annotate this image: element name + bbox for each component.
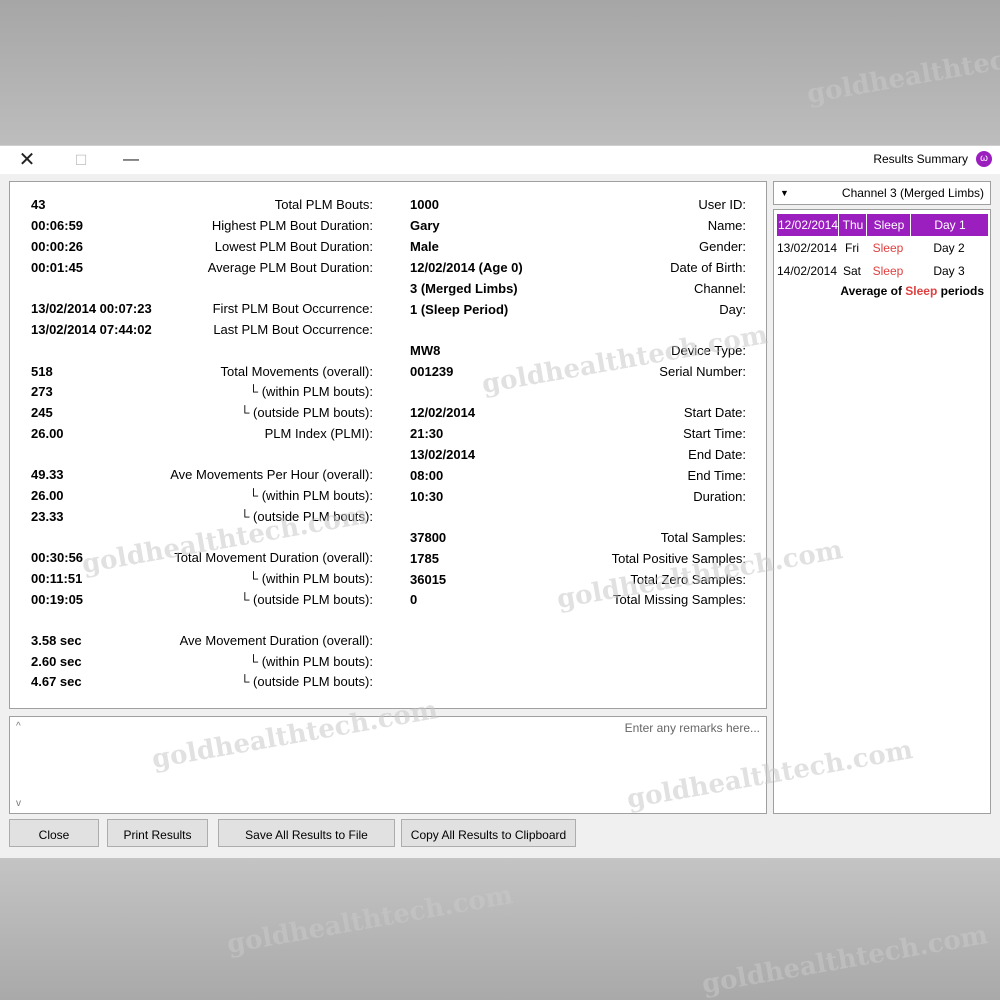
day-number: Day 2	[933, 241, 965, 255]
day-date: 14/02/2014	[776, 264, 838, 278]
info-label: Total Samples:	[660, 530, 746, 545]
day-row[interactable]: 13/02/2014 Fri Sleep Day 2	[776, 237, 988, 259]
channel-select[interactable]: ▼ Channel 3 (Merged Limbs)	[773, 181, 991, 205]
stat-value: 43	[31, 197, 46, 212]
stat-value: 13/02/2014 07:44:02	[31, 322, 152, 337]
info-value: Male	[410, 239, 439, 254]
stat-value: 00:01:45	[31, 260, 84, 275]
stat-value: 518	[31, 364, 53, 379]
stat-value: 13/02/2014 00:07:23	[31, 301, 152, 316]
info-label: Total Zero Samples:	[630, 572, 746, 587]
results-panel: User ID: 1000 Name: Gary Gender: Male Date of …	[9, 181, 767, 709]
info-label: Start Date:	[683, 405, 746, 420]
close-window-icon[interactable]: ✕	[4, 146, 50, 174]
maximize-window-icon[interactable]: ☐	[58, 146, 104, 174]
day-row[interactable]: 12/02/2014 Thu Sleep Day 1	[776, 214, 988, 236]
minimize-window-icon[interactable]: —	[108, 146, 154, 174]
info-value: 1 (Sleep Period)	[410, 302, 509, 317]
stat-value: 3.58 sec	[31, 633, 82, 648]
info-label: Channel:	[693, 281, 746, 296]
stat-value: 00:06:59	[31, 218, 84, 233]
info-value: 0	[410, 592, 418, 607]
stat-value: 26.00	[31, 488, 64, 503]
info-value: 3 (Merged Limbs)	[410, 281, 518, 296]
day-weekday: Thu	[838, 214, 867, 236]
average-suffix: periods	[940, 284, 984, 298]
info-label: Total Missing Samples:	[613, 592, 746, 607]
remarks-placeholder: Enter any remarks here...	[624, 721, 760, 735]
average-sleep-periods[interactable]: Average of Sleep periods	[840, 284, 984, 298]
info-value: 12/02/2014 (Age 0)	[410, 260, 523, 275]
remarks-textarea[interactable]: ^ v Enter any remarks here...	[9, 716, 767, 814]
info-value: MW8	[410, 343, 441, 358]
stat-value: 26.00	[31, 426, 64, 441]
info-value: 10:30	[410, 489, 444, 504]
info-label: Start Time:	[683, 426, 746, 441]
day-number: Day 3	[933, 264, 965, 278]
info-label: Total Positive Samples:	[611, 551, 746, 566]
info-value: 36015	[410, 572, 447, 587]
info-label: Gender:	[699, 239, 746, 254]
info-value: 1000	[410, 197, 439, 212]
info-value: 001239	[410, 364, 454, 379]
save-results-button[interactable]: Save All Results to File	[218, 819, 395, 847]
info-label: End Time:	[687, 468, 746, 483]
stat-value: 245	[31, 405, 53, 420]
day-date: 13/02/2014	[776, 241, 838, 255]
stat-value: 00:19:05	[31, 592, 84, 607]
day-date: 12/02/2014	[776, 214, 839, 236]
scroll-down-icon[interactable]: v	[16, 798, 21, 809]
day-sleep-label: Sleep	[866, 214, 911, 236]
info-value: 12/02/2014	[410, 405, 476, 420]
info-label: End Date:	[688, 447, 746, 462]
average-prefix: Average of	[840, 284, 902, 298]
day-number: Day 1	[910, 214, 989, 236]
info-value: 37800	[410, 530, 447, 545]
close-button[interactable]: Close	[9, 819, 99, 847]
info-label: Device Type:	[671, 343, 746, 358]
day-weekday: Sat	[842, 264, 861, 278]
day-weekday: Fri	[845, 241, 859, 255]
stat-value: 2.60 sec	[31, 654, 82, 669]
day-sleep-label: Sleep	[872, 264, 904, 278]
channel-select-value: Channel 3 (Merged Limbs)	[841, 186, 984, 200]
stat-value: 00:30:56	[31, 550, 84, 565]
info-label: User ID:	[698, 197, 746, 212]
stat-value: 23.33	[31, 509, 64, 524]
print-results-button[interactable]: Print Results	[107, 819, 208, 847]
chevron-down-icon: ▼	[780, 188, 789, 198]
info-label: Day:	[719, 302, 746, 317]
days-list: 12/02/2014 Thu Sleep Day 1 13/02/2014 Fr…	[773, 209, 991, 814]
results-summary-window: ✕ ☐ — Results Summary ω User ID: 1000 Name…	[0, 145, 1000, 858]
info-label: Serial Number:	[659, 364, 746, 379]
info-label: Duration:	[693, 489, 746, 504]
day-sleep-label: Sleep	[872, 241, 904, 255]
copy-results-button[interactable]: Copy All Results to Clipboard	[401, 819, 576, 847]
scroll-up-icon[interactable]: ^	[16, 721, 21, 732]
day-row[interactable]: 14/02/2014 Sat Sleep Day 3	[776, 260, 988, 282]
info-value: 21:30	[410, 426, 444, 441]
info-value: Gary	[410, 218, 440, 233]
title-bar: ✕ ☐ — Results Summary ω	[0, 146, 1000, 174]
background-bottom	[0, 857, 1000, 1000]
stat-value: 273	[31, 384, 53, 399]
stat-value: 00:00:26	[31, 239, 84, 254]
stat-value: 4.67 sec	[31, 674, 82, 689]
stat-value: 00:11:51	[31, 571, 83, 586]
stat-value: 49.33	[31, 467, 64, 482]
info-value: 08:00	[410, 468, 444, 483]
info-value: 13/02/2014	[410, 447, 476, 462]
info-label: Date of Birth:	[670, 260, 746, 275]
background-top	[0, 0, 1000, 145]
app-icon: ω	[976, 151, 992, 167]
info-label: Name:	[707, 218, 746, 233]
average-sleep-label: Sleep	[905, 284, 938, 298]
info-value: 1785	[410, 551, 439, 566]
window-title: Results Summary	[873, 152, 968, 166]
